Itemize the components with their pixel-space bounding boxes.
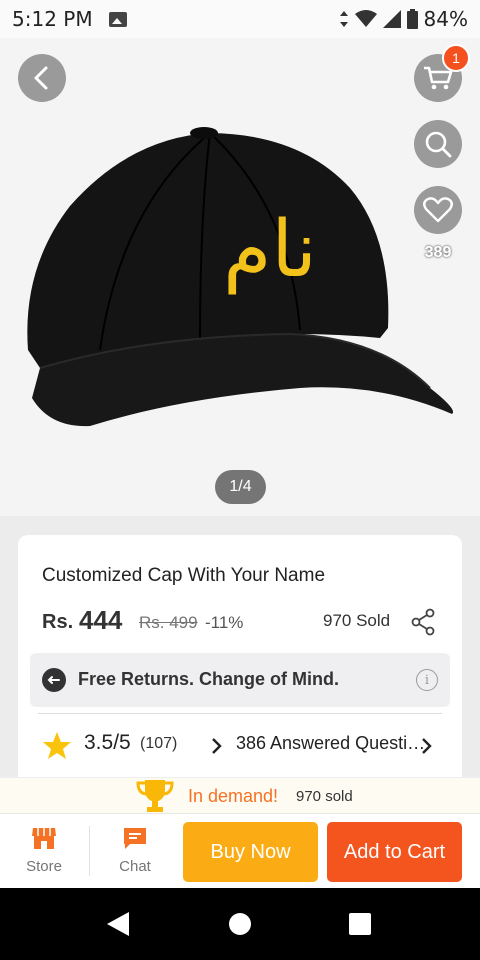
return-icon xyxy=(42,668,66,692)
answered-questions-link[interactable]: 386 Answered Questions xyxy=(236,733,432,754)
chat-tab[interactable]: Chat xyxy=(100,826,170,875)
chat-label: Chat xyxy=(119,858,151,875)
cap-embroidery-text: نام xyxy=(223,205,317,295)
chevron-right-icon xyxy=(422,738,432,754)
cart-count-badge: 1 xyxy=(442,44,470,72)
product-info-card: Customized Cap With Your Name Rs. 444 Rs… xyxy=(18,535,462,795)
back-button[interactable] xyxy=(18,54,66,102)
product-gallery[interactable]: نام 1 389 1/4 xyxy=(0,38,480,516)
chevron-left-icon xyxy=(34,66,48,90)
add-to-cart-button[interactable]: Add to Cart xyxy=(327,822,462,882)
discount-percent: -11% xyxy=(205,613,244,632)
wishlist-count: 389 xyxy=(424,244,452,261)
chevron-right-icon xyxy=(212,738,222,754)
rating-row[interactable]: 3.5/5 (107) 386 Answered Questions xyxy=(42,731,442,761)
price-currency: Rs. xyxy=(42,611,74,633)
status-bar: 5:12 PM 84% xyxy=(0,0,480,38)
in-demand-sold: 970 sold xyxy=(296,788,353,805)
price-value: 444 xyxy=(79,605,123,635)
trophy-icon xyxy=(136,780,174,812)
store-icon xyxy=(32,828,56,849)
cart-button[interactable]: 1 xyxy=(414,44,470,102)
data-arrows-icon xyxy=(339,11,348,27)
buy-now-button[interactable]: Buy Now xyxy=(183,822,318,882)
divider xyxy=(38,713,442,714)
bottom-action-bar: Store Chat Buy Now Add to Cart xyxy=(0,813,480,888)
status-icons: 84% xyxy=(339,7,468,31)
search-button[interactable] xyxy=(414,120,462,168)
wifi-icon xyxy=(354,10,377,27)
in-demand-strip: In demand! 970 sold xyxy=(0,777,480,813)
back-triangle-icon[interactable] xyxy=(105,910,131,938)
cell-signal-icon xyxy=(382,10,401,28)
home-circle-icon[interactable] xyxy=(228,912,252,936)
store-label: Store xyxy=(26,858,62,875)
tab-divider xyxy=(89,826,90,876)
product-image: نام xyxy=(27,127,454,427)
system-nav-bar xyxy=(0,888,480,960)
recents-square-icon[interactable] xyxy=(348,912,372,936)
image-notification-icon xyxy=(108,11,127,27)
battery-icon xyxy=(406,9,418,29)
product-title: Customized Cap With Your Name xyxy=(42,565,326,586)
chat-icon xyxy=(124,828,146,849)
info-icon[interactable]: i xyxy=(416,669,438,691)
store-tab[interactable]: Store xyxy=(9,826,79,875)
in-demand-label: In demand! xyxy=(188,786,279,806)
sold-count: 970 Sold xyxy=(323,611,391,630)
heart-icon xyxy=(423,197,453,223)
rating-count: (107) xyxy=(140,735,178,752)
wishlist-button[interactable] xyxy=(414,186,462,234)
price-row: Rs. 444 Rs. 499 -11% 970 Sold xyxy=(42,605,438,637)
free-returns-label: Free Returns. Change of Mind. xyxy=(78,669,340,689)
image-counter: 1/4 xyxy=(215,470,266,504)
free-returns-banner[interactable]: Free Returns. Change of Mind. i xyxy=(30,653,450,707)
rating-value: 3.5/5 xyxy=(84,731,131,754)
search-icon xyxy=(425,131,452,158)
battery-percent: 84% xyxy=(423,7,468,31)
share-icon[interactable] xyxy=(410,607,436,637)
star-icon xyxy=(43,732,71,759)
status-time: 5:12 PM xyxy=(12,7,93,31)
original-price: Rs. 499 xyxy=(139,613,198,632)
